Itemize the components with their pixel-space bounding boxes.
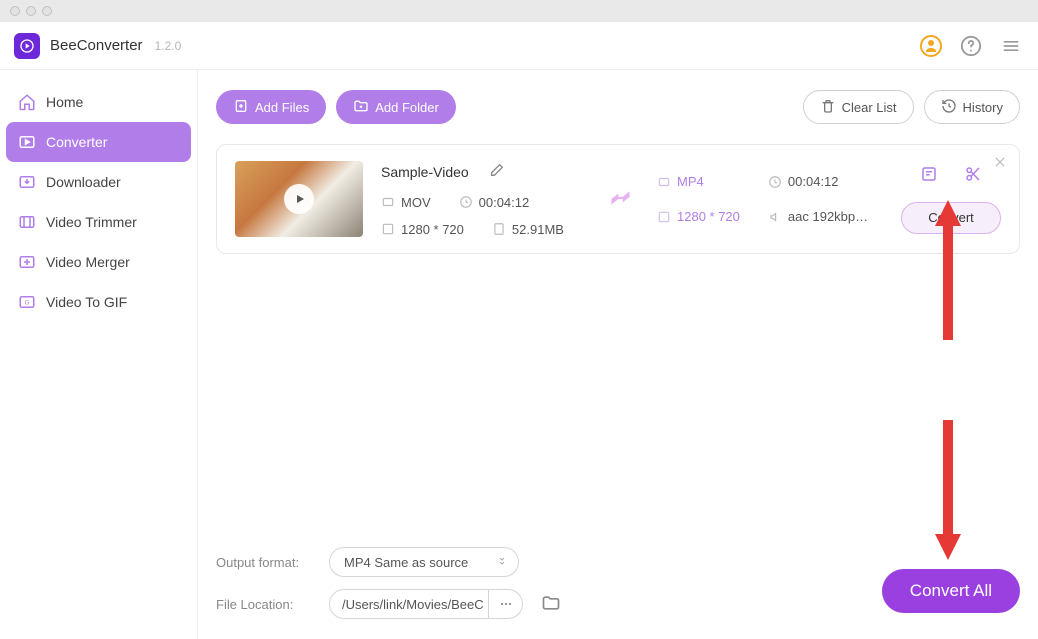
source-dimensions: 1280 * 720: [401, 222, 464, 237]
scissors-icon[interactable]: [964, 165, 982, 188]
dimensions-icon: [657, 210, 671, 224]
svg-text:G: G: [25, 300, 30, 306]
source-duration: 00:04:12: [479, 195, 530, 210]
history-button[interactable]: History: [924, 90, 1020, 124]
target-audio[interactable]: aac 192kbp…: [788, 209, 868, 224]
sidebar-item-downloader[interactable]: Downloader: [6, 162, 191, 202]
sidebar-item-label: Video Merger: [46, 254, 130, 270]
target-format[interactable]: MP4: [677, 174, 704, 189]
sidebar-item-merger[interactable]: Video Merger: [6, 242, 191, 282]
source-info: Sample-Video MOV 00:04:12: [381, 162, 591, 237]
clear-list-button[interactable]: Clear List: [803, 90, 914, 124]
card-actions: Convert: [901, 165, 1001, 234]
trimmer-icon: [18, 213, 36, 231]
arrow-icon: [609, 189, 639, 209]
home-icon: [18, 93, 36, 111]
download-icon: [18, 173, 36, 191]
video-format-icon: [381, 195, 395, 209]
button-label: Convert All: [910, 581, 992, 601]
app-version: 1.2.0: [155, 39, 182, 53]
add-files-button[interactable]: Add Files: [216, 90, 326, 124]
traffic-light-minimize[interactable]: [26, 6, 36, 16]
add-folder-icon: [353, 98, 369, 117]
app-header: BeeConverter 1.2.0: [0, 22, 1038, 70]
converter-icon: [18, 133, 36, 151]
target-info: MP4 1280 * 720 00:04:12 aac 192kbp…: [657, 174, 875, 224]
output-format-value: MP4 Same as source: [344, 555, 468, 570]
output-format-select[interactable]: MP4 Same as source: [329, 547, 519, 577]
file-card: Sample-Video MOV 00:04:12: [216, 144, 1020, 254]
target-duration: 00:04:12: [788, 174, 839, 189]
help-icon[interactable]: [958, 33, 984, 59]
clock-icon: [459, 195, 473, 209]
file-location-label: File Location:: [216, 597, 311, 612]
open-folder-icon[interactable]: [541, 593, 561, 616]
sidebar-item-label: Video Trimmer: [46, 214, 137, 230]
sidebar-item-label: Downloader: [46, 174, 121, 190]
button-label: Add Files: [255, 100, 309, 115]
preset-icon[interactable]: [920, 165, 938, 188]
sidebar-item-trimmer[interactable]: Video Trimmer: [6, 202, 191, 242]
audio-icon: [768, 210, 782, 224]
window-titlebar: [0, 0, 1038, 22]
gif-icon: G: [18, 293, 36, 311]
content-area: Add Files Add Folder Clear List History: [198, 70, 1038, 639]
add-files-icon: [233, 98, 249, 117]
more-button[interactable]: [489, 589, 523, 619]
close-icon[interactable]: [993, 155, 1007, 174]
merger-icon: [18, 253, 36, 271]
button-label: History: [963, 100, 1003, 115]
app-name: BeeConverter: [50, 37, 143, 54]
sidebar-item-label: Home: [46, 94, 83, 110]
source-format: MOV: [401, 195, 431, 210]
history-icon: [941, 98, 957, 117]
play-icon: [284, 184, 314, 214]
traffic-light-zoom[interactable]: [42, 6, 52, 16]
source-size: 52.91MB: [512, 222, 564, 237]
sidebar-item-label: Converter: [46, 134, 107, 150]
sidebar: Home Converter Downloader Video Trimmer …: [0, 70, 198, 639]
button-label: Add Folder: [375, 100, 439, 115]
file-location-input[interactable]: /Users/link/Movies/BeeC: [329, 589, 489, 619]
app-logo-icon: [14, 33, 40, 59]
sidebar-item-label: Video To GIF: [46, 294, 127, 310]
menu-icon[interactable]: [998, 33, 1024, 59]
toolbar: Add Files Add Folder Clear List History: [216, 90, 1020, 124]
target-dimensions[interactable]: 1280 * 720: [677, 209, 740, 224]
convert-button[interactable]: Convert: [901, 202, 1001, 234]
dimensions-icon: [381, 222, 395, 236]
button-label: Convert: [928, 210, 974, 225]
traffic-light-close[interactable]: [10, 6, 20, 16]
convert-all-button[interactable]: Convert All: [882, 569, 1020, 613]
chevron-down-icon: [496, 555, 508, 570]
sidebar-item-gif[interactable]: G Video To GIF: [6, 282, 191, 322]
output-format-label: Output format:: [216, 555, 311, 570]
filesize-icon: [492, 222, 506, 236]
edit-name-icon[interactable]: [489, 162, 505, 183]
video-format-icon: [657, 175, 671, 189]
account-icon[interactable]: [918, 33, 944, 59]
sidebar-item-home[interactable]: Home: [6, 82, 191, 122]
video-thumbnail[interactable]: [235, 161, 363, 237]
add-folder-button[interactable]: Add Folder: [336, 90, 456, 124]
clock-icon: [768, 175, 782, 189]
file-name: Sample-Video: [381, 164, 469, 180]
file-location-value: /Users/link/Movies/BeeC: [342, 597, 484, 612]
trash-icon: [820, 98, 836, 117]
button-label: Clear List: [842, 100, 897, 115]
sidebar-item-converter[interactable]: Converter: [6, 122, 191, 162]
